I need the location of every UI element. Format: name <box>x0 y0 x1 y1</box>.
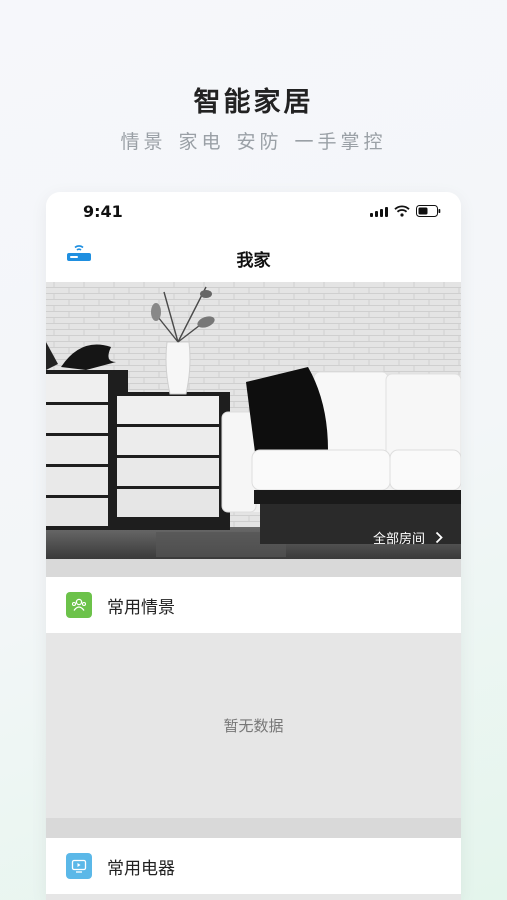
status-icons <box>370 204 441 218</box>
section-divider <box>46 818 461 838</box>
all-rooms-label: 全部房间 <box>372 532 425 547</box>
phone-screen: 9:41 我家 全部房间 常用情景 暂无数据 常用电器 <box>46 192 461 900</box>
status-bar: 9:41 <box>46 192 461 232</box>
section-divider <box>46 559 461 577</box>
section-label-scenes: 常用情景 <box>107 597 175 618</box>
chevron-right-icon <box>435 531 443 544</box>
scenes-empty-state: 暂无数据 <box>46 633 461 818</box>
status-time: 9:41 <box>83 202 123 221</box>
signal-icon <box>370 206 388 217</box>
nav-bar: 我家 <box>46 236 461 280</box>
promo-title: 智能家居 <box>193 87 314 118</box>
section-header-appliances[interactable]: 常用电器 <box>46 838 461 894</box>
nav-title: 我家 <box>236 251 271 271</box>
appliances-area <box>46 894 461 900</box>
section-label-appliances: 常用电器 <box>107 858 175 879</box>
appliance-icon <box>66 853 92 879</box>
section-header-scenes[interactable]: 常用情景 <box>46 577 461 633</box>
room-banner-image[interactable]: 全部房间 <box>46 282 461 559</box>
wifi-icon <box>394 205 410 217</box>
scene-icon <box>66 592 92 618</box>
promo-subtitle: 情景 家电 安防 一手掌控 <box>120 131 387 153</box>
all-rooms-link[interactable]: 全部房间 <box>373 528 443 547</box>
battery-icon <box>416 205 441 217</box>
